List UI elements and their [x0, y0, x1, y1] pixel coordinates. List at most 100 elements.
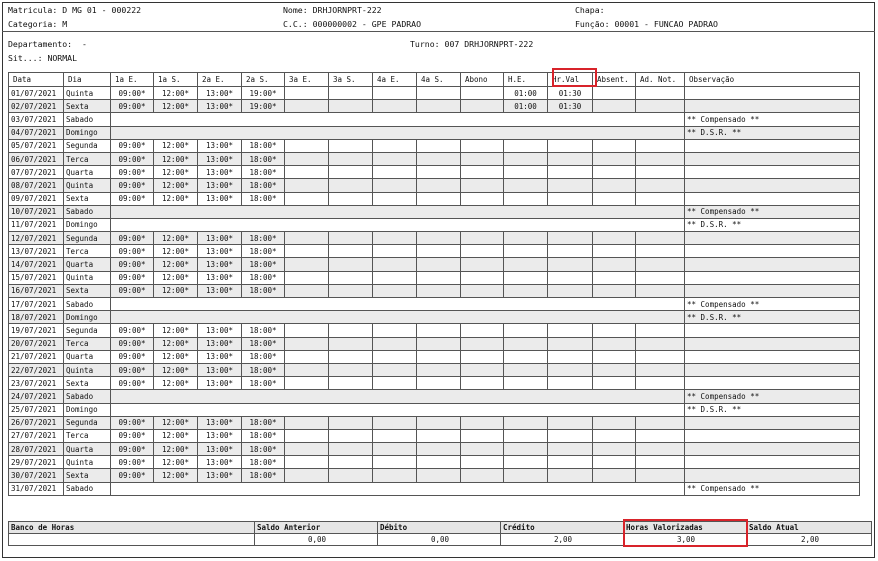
table-cell — [503, 415, 548, 430]
chapa-label: Chapa: — [575, 5, 605, 15]
column-header: 1a E. — [110, 72, 154, 87]
categoria-field: Categoria: M — [8, 19, 67, 29]
table-cell — [416, 428, 461, 444]
table-cell — [372, 151, 417, 167]
table-cell: Sexta — [63, 191, 111, 206]
table-cell — [635, 85, 685, 101]
table-row: 20/07/2021 Terca 09:00* 12:00* 13:00* 18:00* — [8, 336, 860, 351]
table-row: 28/07/2021 Quarta 09:00* 12:00* 13:00* 18:00* — [8, 442, 860, 457]
categoria-label: Categoria: — [8, 19, 58, 29]
table-cell: 01:00 — [503, 99, 548, 114]
table-cell: 09:00* — [110, 138, 154, 153]
table-cell: 07/07/2021 — [8, 165, 64, 180]
table-cell — [635, 165, 685, 180]
table-cell: Sexta — [63, 468, 111, 483]
table-header-row: Data Dia 1a E. 1a S. 2a E. 2a S. 3a E. 3a S. 4a … — [8, 72, 860, 87]
table-cell: Quinta — [63, 270, 111, 285]
table-cell — [416, 85, 461, 101]
turno-label: Turno: — [410, 39, 440, 49]
table-cell: Sabado — [63, 204, 111, 219]
table-cell: Quarta — [63, 442, 111, 457]
table-row: 09/07/2021 Sexta 09:00* 12:00* 13:00* 18:00* — [8, 191, 860, 206]
table-row: 27/07/2021 Terca 09:00* 12:00* 13:00* 18:00* — [8, 428, 860, 444]
table-cell: ** D.S.R. ** — [684, 402, 860, 417]
table-cell: 12:00* — [153, 257, 198, 272]
table-cell — [284, 376, 329, 391]
table-cell: 09:00* — [110, 349, 154, 364]
table-cell: 13:00* — [197, 323, 242, 338]
table-cell: 18:00* — [241, 165, 285, 180]
table-cell — [284, 165, 329, 180]
table-cell: 09:00* — [110, 428, 154, 444]
table-cell: 13:00* — [197, 455, 242, 470]
table-cell: 13/07/2021 — [8, 244, 64, 259]
table-cell — [635, 178, 685, 193]
table-cell: Quarta — [63, 165, 111, 180]
table-row: 26/07/2021 Segunda 09:00* 12:00* 13:00* 18:00… — [8, 415, 860, 430]
table-cell: 18:00* — [241, 151, 285, 167]
table-row: 17/07/2021 Sabado ** Compensado ** — [8, 296, 860, 312]
table-cell: 13:00* — [197, 178, 242, 193]
table-cell: 18/07/2021 — [8, 310, 64, 325]
table-cell — [372, 428, 417, 444]
table-cell: 19:00* — [241, 85, 285, 101]
table-cell: 13:00* — [197, 270, 242, 285]
table-cell — [416, 257, 461, 272]
table-cell: 04/07/2021 — [8, 125, 64, 140]
table-cell: 13:00* — [197, 191, 242, 206]
table-cell — [592, 99, 636, 114]
table-cell — [284, 270, 329, 285]
table-cell: Sexta — [63, 376, 111, 391]
table-cell: ** D.S.R. ** — [684, 310, 860, 325]
table-cell: Sabado — [63, 389, 111, 404]
table-cell: Segunda — [63, 323, 111, 338]
table-row: 30/07/2021 Sexta 09:00* 12:00* 13:00* 18:00* — [8, 468, 860, 483]
table-cell — [684, 270, 860, 285]
table-cell: Sabado — [63, 296, 111, 312]
turno-field: Turno: 007 DRHJORNPRT-222 — [410, 39, 533, 49]
table-cell: 13:00* — [197, 468, 242, 483]
table-cell — [547, 231, 593, 246]
table-cell: Quarta — [63, 257, 111, 272]
table-cell — [503, 376, 548, 391]
table-cell: Quinta — [63, 85, 111, 101]
table-cell — [503, 178, 548, 193]
table-cell — [372, 99, 417, 114]
table-cell: Quinta — [63, 455, 111, 470]
table-cell: 09:00* — [110, 178, 154, 193]
table-cell — [328, 442, 373, 457]
table-cell — [416, 283, 461, 299]
table-cell: 12:00* — [153, 415, 198, 430]
table-cell — [684, 283, 860, 299]
table-cell: 13:00* — [197, 231, 242, 246]
table-cell: 12/07/2021 — [8, 231, 64, 246]
table-cell: 19:00* — [241, 99, 285, 114]
table-cell: 13:00* — [197, 336, 242, 351]
table-row: 03/07/2021 Sabado ** Compensado ** — [8, 112, 860, 127]
table-cell: 01:30 — [547, 85, 593, 101]
table-cell: 18:00* — [241, 323, 285, 338]
banco-horas-value: 0,00 — [254, 533, 378, 546]
table-cell: Terca — [63, 336, 111, 351]
banco-horas-label: Saldo Anterior — [254, 521, 378, 534]
table-cell — [416, 178, 461, 193]
table-cell — [503, 336, 548, 351]
table-cell: 09:00* — [110, 231, 154, 246]
table-cell — [547, 191, 593, 206]
table-cell: 13:00* — [197, 428, 242, 444]
table-cell — [110, 481, 685, 496]
column-header: 4a E. — [372, 72, 417, 87]
table-cell: 09:00* — [110, 283, 154, 299]
table-cell: 13:00* — [197, 349, 242, 364]
table-cell: 13:00* — [197, 442, 242, 457]
table-cell: 18:00* — [241, 428, 285, 444]
table-cell — [592, 468, 636, 483]
table-cell — [503, 283, 548, 299]
table-cell — [416, 468, 461, 483]
table-cell: 09:00* — [110, 244, 154, 259]
table-cell — [684, 336, 860, 351]
table-cell — [503, 362, 548, 378]
table-cell: 11/07/2021 — [8, 217, 64, 233]
table-cell — [503, 165, 548, 180]
table-cell — [684, 244, 860, 259]
